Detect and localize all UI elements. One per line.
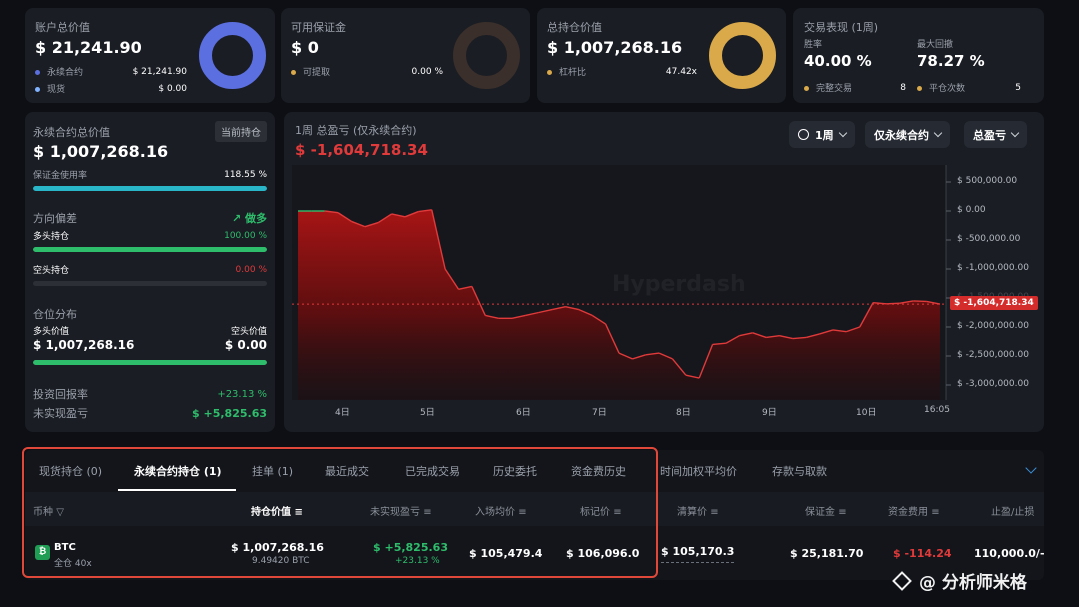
row-liq: $ 105,170.3 xyxy=(661,545,735,563)
tab-8[interactable]: 存款与取款 xyxy=(772,463,827,479)
row-funding: $ -114.24 xyxy=(893,547,952,560)
highlight-box xyxy=(22,447,658,578)
y-tick-label: $ 500,000.00 xyxy=(957,176,1018,186)
col-funding[interactable]: 资金费用 ≡ xyxy=(888,503,940,518)
sort-icon: ≡ xyxy=(838,507,847,518)
tab-7[interactable]: 时间加权平均价 xyxy=(660,463,737,479)
x-tick-label: 10日 xyxy=(856,408,877,418)
col-liq[interactable]: 清算价 ≡ xyxy=(677,503,719,518)
col-margin[interactable]: 保证金 ≡ xyxy=(805,503,847,518)
chart-watermark: Hyperdash xyxy=(612,272,746,297)
x-tick-label: 4日 xyxy=(335,408,350,418)
x-tick-label: 5日 xyxy=(420,408,435,418)
x-tick-label: 16:05 xyxy=(924,405,950,415)
pnl-line-segment xyxy=(913,300,927,303)
y-tick-label: $ -500,000.00 xyxy=(957,234,1021,244)
row-margin: $ 25,181.70 xyxy=(790,547,864,560)
y-tick-label: $ -2,000,000.00 xyxy=(957,321,1029,331)
x-tick-label: 6日 xyxy=(516,408,531,418)
y-tick-label: $ -3,000,000.00 xyxy=(957,379,1029,389)
row-tp-sl: 110,000.0/- xyxy=(974,547,1045,560)
x-tick-label: 9日 xyxy=(762,408,777,418)
y-tick-label: $ 0.00 xyxy=(957,205,986,215)
author-watermark-text: @ 分析师米格 xyxy=(919,573,1027,593)
author-watermark: @ 分析师米格 xyxy=(892,568,1027,593)
binance-logo-icon xyxy=(892,570,912,591)
sort-icon: ≡ xyxy=(710,507,719,518)
x-tick-label: 7日 xyxy=(592,408,607,418)
sort-icon: ≡ xyxy=(931,507,940,518)
x-tick-label: 8日 xyxy=(676,408,691,418)
col-tp-sl[interactable]: 止盈/止损 xyxy=(991,503,1034,518)
current-value-label: $ -1,604,718.34 xyxy=(950,296,1038,310)
y-tick-label: $ -2,500,000.00 xyxy=(957,350,1029,360)
y-tick-label: $ -1,000,000.00 xyxy=(957,263,1029,273)
